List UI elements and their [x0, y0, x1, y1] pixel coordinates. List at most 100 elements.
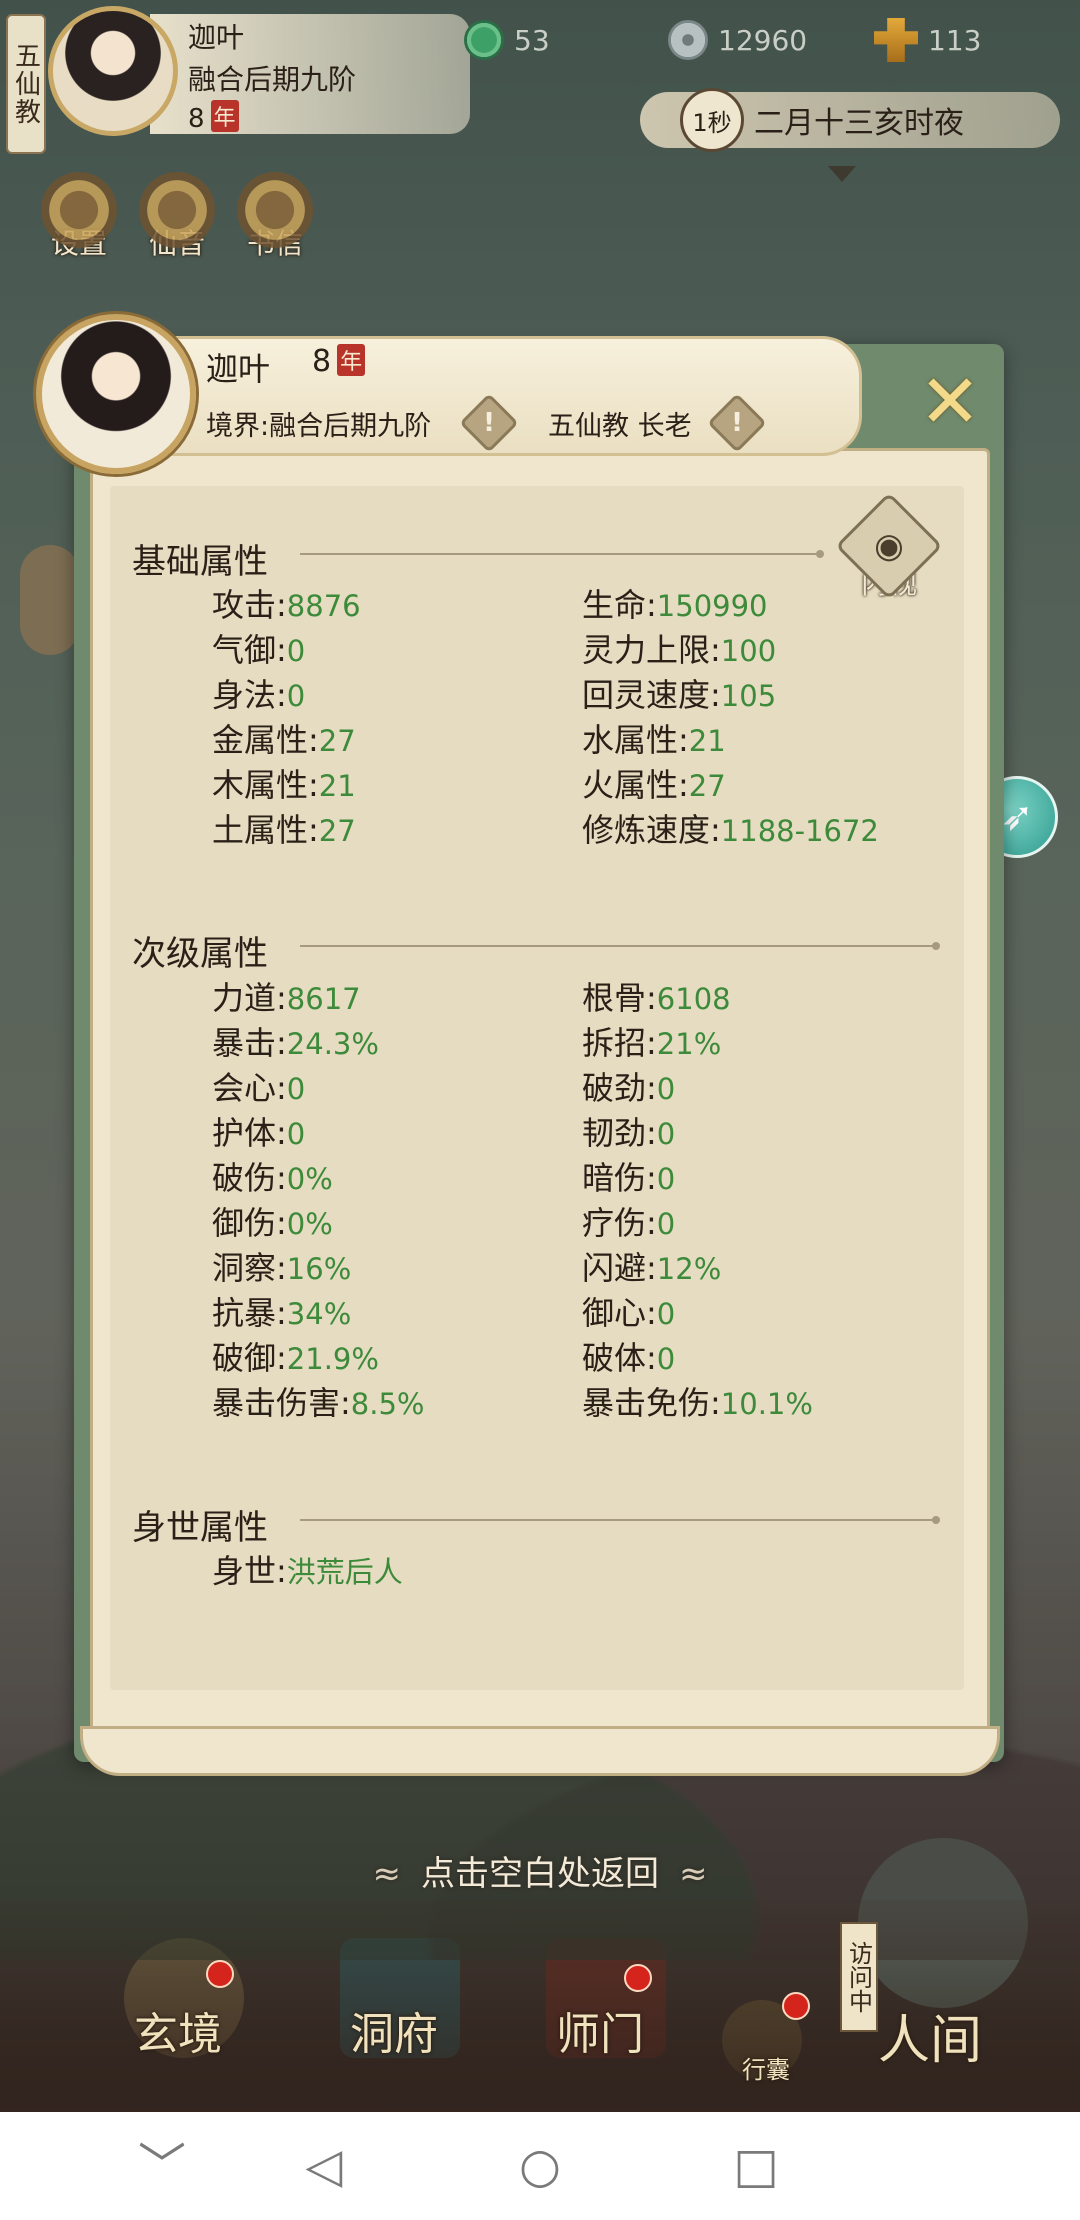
- stat-separator: :: [678, 721, 689, 759]
- stat-item: 暴击伤害:8.5%: [212, 1378, 424, 1424]
- notification-badge: [206, 1960, 234, 1988]
- chevron-down-icon[interactable]: ﹀: [132, 2136, 192, 2196]
- stat-separator: :: [308, 766, 319, 804]
- stat-value: 0: [656, 1162, 676, 1196]
- stat-label: 根骨: [582, 979, 647, 1017]
- stat-value: 0: [286, 634, 306, 668]
- game-datetime: 二月十三亥时夜: [754, 106, 964, 141]
- settings-button[interactable]: 设置: [34, 172, 124, 262]
- stat-separator: :: [276, 1159, 287, 1197]
- stat-label: 生命: [582, 586, 647, 624]
- realm-label: 境界:: [206, 411, 270, 442]
- exclamation-icon: !: [483, 408, 495, 438]
- gear-icon: [41, 172, 117, 248]
- section-divider: [300, 550, 824, 558]
- player-name: 迦叶: [188, 21, 245, 54]
- back-icon[interactable]: ◁: [294, 2136, 354, 2196]
- stat-label: 木属性: [212, 766, 309, 804]
- stat-value: 6108: [656, 982, 731, 1016]
- stat-item: 韧劲:0: [582, 1108, 675, 1154]
- stat-item: 抗暴:34%: [212, 1288, 351, 1334]
- time-dropdown-arrow-icon[interactable]: [828, 166, 856, 182]
- stat-separator: :: [646, 1069, 657, 1107]
- stat-separator: :: [276, 1204, 287, 1242]
- nav-realm[interactable]: 玄境: [124, 1938, 244, 2062]
- home-icon[interactable]: ○: [510, 2136, 570, 2196]
- stat-label: 暴击: [212, 1024, 277, 1062]
- stat-label: 闪避: [582, 1249, 647, 1287]
- stat-label: 回灵速度: [582, 676, 711, 714]
- stat-item: 回灵速度:105: [582, 670, 776, 716]
- profile-name: 迦叶: [206, 350, 271, 388]
- stat-value: 150990: [656, 589, 768, 623]
- stat-item: 洞察:16%: [212, 1243, 351, 1289]
- stat-item: 身法:0: [212, 670, 305, 716]
- stat-value: 34%: [286, 1297, 352, 1331]
- stat-separator: :: [308, 811, 319, 849]
- stat-label: 力道: [212, 979, 277, 1017]
- stat-item: 疗伤:0: [582, 1198, 675, 1244]
- profile-age-value: 8: [312, 344, 332, 379]
- stat-value: 16%: [286, 1252, 352, 1286]
- stat-label: 破伤: [212, 1159, 277, 1197]
- stat-value: 0%: [286, 1162, 333, 1196]
- stat-separator: :: [276, 1114, 287, 1152]
- exclamation-icon: !: [731, 408, 743, 438]
- side-menu-button[interactable]: [20, 545, 80, 655]
- music-button[interactable]: 仙音: [132, 172, 222, 262]
- tap-to-return-hint[interactable]: 点击空白处返回: [0, 1846, 1080, 1895]
- nav-cave[interactable]: 洞府: [340, 1938, 460, 2062]
- stat-separator: :: [276, 1249, 287, 1287]
- nav-bag[interactable]: 行囊: [722, 2000, 802, 2085]
- stat-item: 护体:0: [212, 1108, 305, 1154]
- recent-apps-icon[interactable]: □: [726, 2136, 786, 2196]
- section-divider: [300, 1516, 940, 1524]
- stat-label: 灵力上限: [582, 631, 711, 669]
- stat-item: 破御:21.9%: [212, 1333, 379, 1379]
- stat-item: 身世:洪荒后人: [212, 1546, 403, 1592]
- gold-resource[interactable]: 113: [874, 18, 981, 62]
- sect-tag: 五仙教: [6, 14, 46, 154]
- stat-separator: :: [646, 1294, 657, 1332]
- stat-value: 0: [286, 679, 306, 713]
- stat-separator: :: [276, 1069, 287, 1107]
- letters-button[interactable]: 书信: [230, 172, 320, 262]
- stat-item: 破伤:0%: [212, 1153, 333, 1199]
- time-speed-button[interactable]: 1秒: [680, 88, 744, 152]
- time-bar[interactable]: 1秒 二月十三亥时夜: [640, 88, 1060, 152]
- jade-resource[interactable]: 53: [464, 18, 550, 62]
- stat-label: 暗伤: [582, 1159, 647, 1197]
- inspect-button[interactable]: ◉ 内视: [835, 492, 943, 604]
- stat-value: 24.3%: [286, 1027, 379, 1061]
- stat-value: 洪荒后人: [286, 1555, 403, 1589]
- stat-label: 疗伤: [582, 1204, 647, 1242]
- stat-label: 御心: [582, 1294, 647, 1332]
- stat-label: 暴击免伤: [582, 1384, 711, 1422]
- stat-item: 生命:150990: [582, 580, 768, 626]
- stat-separator: :: [276, 1339, 287, 1377]
- notification-badge: [624, 1964, 652, 1992]
- stat-separator: :: [710, 631, 721, 669]
- stat-item: 气御:0: [212, 625, 305, 671]
- stat-item: 根骨:6108: [582, 973, 731, 1019]
- nav-bag-label: 行囊: [742, 2056, 790, 2084]
- nav-sect[interactable]: 师门: [546, 1938, 666, 2062]
- stat-separator: :: [646, 1024, 657, 1062]
- player-avatar[interactable]: [48, 6, 178, 136]
- stat-separator: :: [646, 1114, 657, 1152]
- scroll-bottom-edge: [80, 1726, 1000, 1776]
- stat-item: 会心:0: [212, 1063, 305, 1109]
- stat-label: 御伤: [212, 1204, 277, 1242]
- stat-value: 27: [318, 814, 356, 848]
- nav-world[interactable]: 人间: [858, 1838, 1028, 2073]
- profile-age: 8年: [312, 344, 366, 379]
- stat-separator: :: [276, 1024, 287, 1062]
- stat-item: 暴击免伤:10.1%: [582, 1378, 813, 1424]
- stat-value: 0: [656, 1072, 676, 1106]
- stat-value: 0: [286, 1072, 306, 1106]
- stat-item: 金属性:27: [212, 715, 356, 761]
- close-button[interactable]: ✕: [910, 362, 990, 442]
- stat-separator: :: [710, 811, 721, 849]
- coin-resource[interactable]: 12960: [668, 18, 807, 62]
- nav-sect-label: 师门: [556, 2009, 644, 2060]
